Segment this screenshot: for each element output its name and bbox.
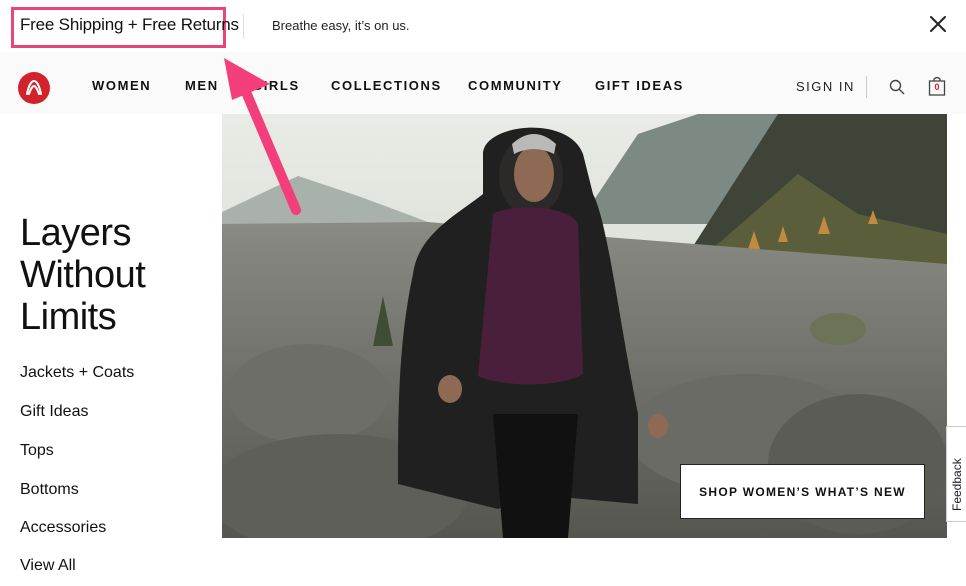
category-link-view-all[interactable]: View All: [20, 557, 76, 575]
category-link-gift-ideas[interactable]: Gift Ideas: [20, 403, 88, 421]
header-divider: [866, 76, 867, 98]
promo-subtitle: Breathe easy, it’s on us.: [272, 18, 410, 33]
feedback-label: Feedback: [950, 458, 964, 511]
search-icon[interactable]: [888, 78, 906, 96]
nav-gift-ideas[interactable]: GIFT IDEAS: [595, 78, 684, 93]
promo-bar: Free Shipping + Free Returns Breathe eas…: [0, 0, 966, 52]
category-link-accessories[interactable]: Accessories: [20, 519, 106, 537]
headline-line-2: Without: [20, 254, 146, 296]
nav-women[interactable]: WOMEN: [92, 78, 151, 93]
hero-headline: Layers Without Limits: [20, 212, 146, 338]
category-link-bottoms[interactable]: Bottoms: [20, 481, 79, 499]
shop-whats-new-button[interactable]: SHOP WOMEN’S WHAT’S NEW: [680, 464, 925, 519]
nav-men[interactable]: MEN: [185, 78, 219, 93]
site-header: WOMEN MEN GIRLS COLLECTIONS COMMUNITY GI…: [0, 52, 966, 114]
nav-collections[interactable]: COLLECTIONS: [331, 78, 442, 93]
headline-line-3: Limits: [20, 296, 117, 338]
left-panel: Layers Without Limits Jackets + Coats Gi…: [0, 114, 222, 586]
promo-divider: [243, 14, 244, 38]
bag-count: 0: [934, 82, 940, 92]
category-link-jackets-coats[interactable]: Jackets + Coats: [20, 364, 134, 382]
lululemon-logo[interactable]: [18, 72, 50, 104]
close-icon[interactable]: [926, 12, 950, 36]
promo-title[interactable]: Free Shipping + Free Returns: [20, 15, 239, 35]
shopping-bag-icon[interactable]: 0: [928, 76, 946, 96]
nav-community[interactable]: COMMUNITY: [468, 78, 563, 93]
nav-girls[interactable]: GIRLS: [252, 78, 300, 93]
headline-line-1: Layers: [20, 212, 132, 254]
feedback-tab[interactable]: Feedback: [946, 426, 966, 522]
category-link-tops[interactable]: Tops: [20, 442, 54, 460]
sign-in-link[interactable]: SIGN IN: [796, 79, 855, 94]
